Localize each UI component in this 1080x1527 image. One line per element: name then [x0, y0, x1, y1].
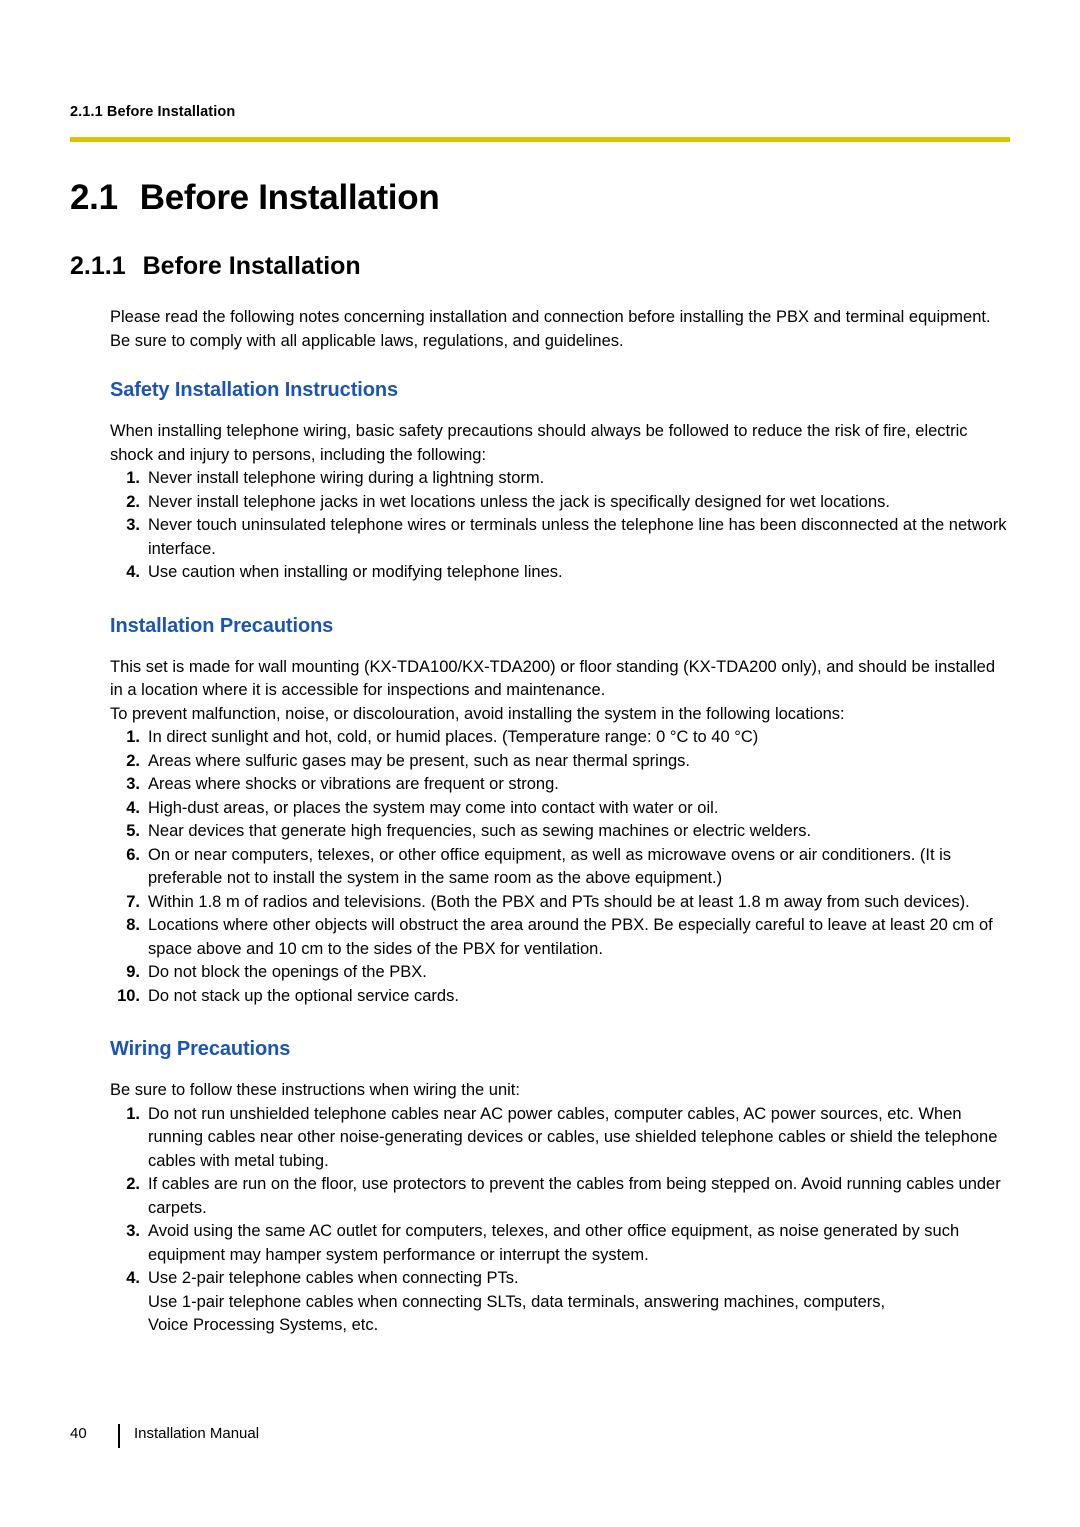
- list-item-marker: 9.: [126, 963, 140, 981]
- page-header-breadcrumb: 2.1.1 Before Installation: [70, 104, 236, 120]
- section-heading-level2: 2.1.1 Before Installation: [70, 252, 361, 281]
- footer-page-number: 40: [70, 1425, 87, 1442]
- list-item: 2. If cables are run on the floor, use pr…: [110, 1173, 1010, 1220]
- list-item: 5. Near devices that generate high freque…: [110, 820, 1010, 844]
- list-item-text: On or near computers, telexes, or other …: [148, 845, 952, 888]
- section-heading-level1-number: 2.1: [70, 178, 118, 217]
- list-item: 3. Never touch uninsulated telephone wire…: [110, 514, 1010, 561]
- list-item-marker: 4.: [126, 563, 140, 581]
- list-item-text: In direct sunlight and hot, cold, or hum…: [148, 728, 759, 746]
- safety-intro-paragraph: When installing telephone wiring, basic …: [110, 422, 968, 464]
- document-page: 2.1.1 Before Installation 2.1 Before Inst…: [0, 0, 1080, 1527]
- list-item-continuation-line-2: Voice Processing Systems, etc.: [148, 1316, 379, 1334]
- page-content: Please read the following notes concerni…: [110, 306, 1010, 1338]
- list-item-marker: 4.: [126, 1269, 140, 1287]
- wiring-intro-paragraph: Be sure to follow these instructions whe…: [110, 1081, 520, 1099]
- list-item-text: Within 1.8 m of radios and televisions. …: [148, 892, 970, 911]
- list-item-text: Use 2-pair telephone cables when connect…: [148, 1269, 519, 1287]
- list-item-text: Do not block the openings of the PBX.: [148, 963, 427, 981]
- list-item-marker: 10.: [117, 986, 140, 1005]
- installation-intro-paragraph-2: To prevent malfunction, noise, or discol…: [110, 704, 845, 723]
- section-heading-level2-number: 2.1.1: [70, 252, 126, 280]
- list-item-text: Areas where shocks or vibrations are fre…: [148, 775, 559, 793]
- list-item-text: Never install telephone wiring during a …: [148, 469, 545, 487]
- list-item-text: Areas where sulfuric gases may be presen…: [148, 751, 691, 770]
- list-item-text: Never touch uninsulated telephone wires …: [148, 516, 1007, 558]
- list-item-text: If cables are run on the floor, use prot…: [148, 1175, 1001, 1217]
- list-item-marker: 7.: [126, 892, 140, 911]
- intro-paragraph-1: Please read the following notes concerni…: [110, 308, 991, 326]
- list-item: 2. Never install telephone jacks in wet l…: [110, 491, 1010, 515]
- footer-manual-title: Installation Manual: [134, 1425, 260, 1442]
- list-item: 1. In direct sunlight and hot, cold, or h…: [110, 726, 1010, 750]
- list-item-continuation-line-1: Use 1-pair telephone cables when connect…: [148, 1292, 886, 1311]
- list-item-marker: 6.: [126, 845, 140, 864]
- section-heading-level1: 2.1 Before Installation: [70, 178, 440, 218]
- subheading-wiring-precautions: Wiring Precautions: [110, 1038, 291, 1060]
- list-item: 4. Use caution when installing or modifyi…: [110, 561, 1010, 585]
- safety-list: 1. Never install telephone wiring during …: [110, 467, 1010, 585]
- list-item-text: High-dust areas, or places the system ma…: [148, 798, 719, 817]
- list-item-text: Avoid using the same AC outlet for compu…: [148, 1222, 960, 1264]
- list-item: 1. Never install telephone wiring during …: [110, 467, 1010, 491]
- list-item-marker: 3.: [126, 775, 140, 793]
- subheading-installation-precautions: Installation Precautions: [110, 614, 334, 637]
- list-item-marker: 1.: [126, 469, 140, 487]
- list-item: 8. Locations where other objects will obs…: [110, 914, 1010, 961]
- list-item: 4. High-dust areas, or places the system …: [110, 797, 1010, 821]
- list-item-marker: 2.: [126, 492, 140, 511]
- list-item-marker: 2.: [126, 1175, 140, 1193]
- page-footer: 40 Installation Manual: [70, 1424, 1010, 1451]
- subheading-safety-installation-instructions: Safety Installation Instructions: [110, 379, 398, 401]
- list-item: 3. Areas where shocks or vibrations are f…: [110, 773, 1010, 797]
- installation-list: 1. In direct sunlight and hot, cold, or h…: [110, 726, 1010, 1008]
- list-item-marker: 8.: [126, 916, 140, 934]
- list-item-marker: 1.: [126, 1104, 140, 1123]
- list-item: 10. Do not stack up the optional service …: [110, 985, 1010, 1009]
- section-heading-level2-title: Before Installation: [142, 252, 361, 280]
- list-item-text: Never install telephone jacks in wet loc…: [148, 492, 890, 511]
- list-item-marker: 3.: [126, 1222, 140, 1240]
- list-item: 2. Areas where sulfuric gases may be pres…: [110, 750, 1010, 774]
- section-heading-level1-title: Before Installation: [139, 178, 440, 217]
- list-item-marker: 1.: [126, 728, 140, 746]
- header-divider-rule: [70, 137, 1010, 142]
- list-item: 4. Use 2-pair telephone cables when conn…: [110, 1267, 1010, 1338]
- list-item-marker: 3.: [126, 516, 140, 534]
- list-item-text: Near devices that generate high frequenc…: [148, 822, 812, 840]
- wiring-list: 1. Do not run unshielded telephone cables…: [110, 1103, 1010, 1338]
- list-item-marker: 2.: [126, 751, 140, 770]
- list-item-text: Use caution when installing or modifying…: [148, 563, 563, 581]
- list-item: 3. Avoid using the same AC outlet for com…: [110, 1220, 1010, 1267]
- list-item-marker: 5.: [126, 822, 140, 840]
- list-item-text: Locations where other objects will obstr…: [148, 916, 993, 958]
- list-item-text: Do not stack up the optional service car…: [148, 986, 459, 1005]
- list-item: 6. On or near computers, telexes, or othe…: [110, 844, 1010, 891]
- list-item: 7. Within 1.8 m of radios and televisions…: [110, 891, 1010, 915]
- installation-intro-paragraph-1: This set is made for wall mounting (KX-T…: [110, 657, 995, 700]
- list-item: 9. Do not block the openings of the PBX.: [110, 961, 1010, 985]
- list-item-text: Do not run unshielded telephone cables n…: [148, 1104, 998, 1170]
- footer-divider: [118, 1424, 120, 1448]
- intro-paragraph-2: Be sure to comply with all applicable la…: [110, 331, 624, 350]
- list-item-marker: 4.: [126, 798, 140, 817]
- list-item: 1. Do not run unshielded telephone cables…: [110, 1103, 1010, 1174]
